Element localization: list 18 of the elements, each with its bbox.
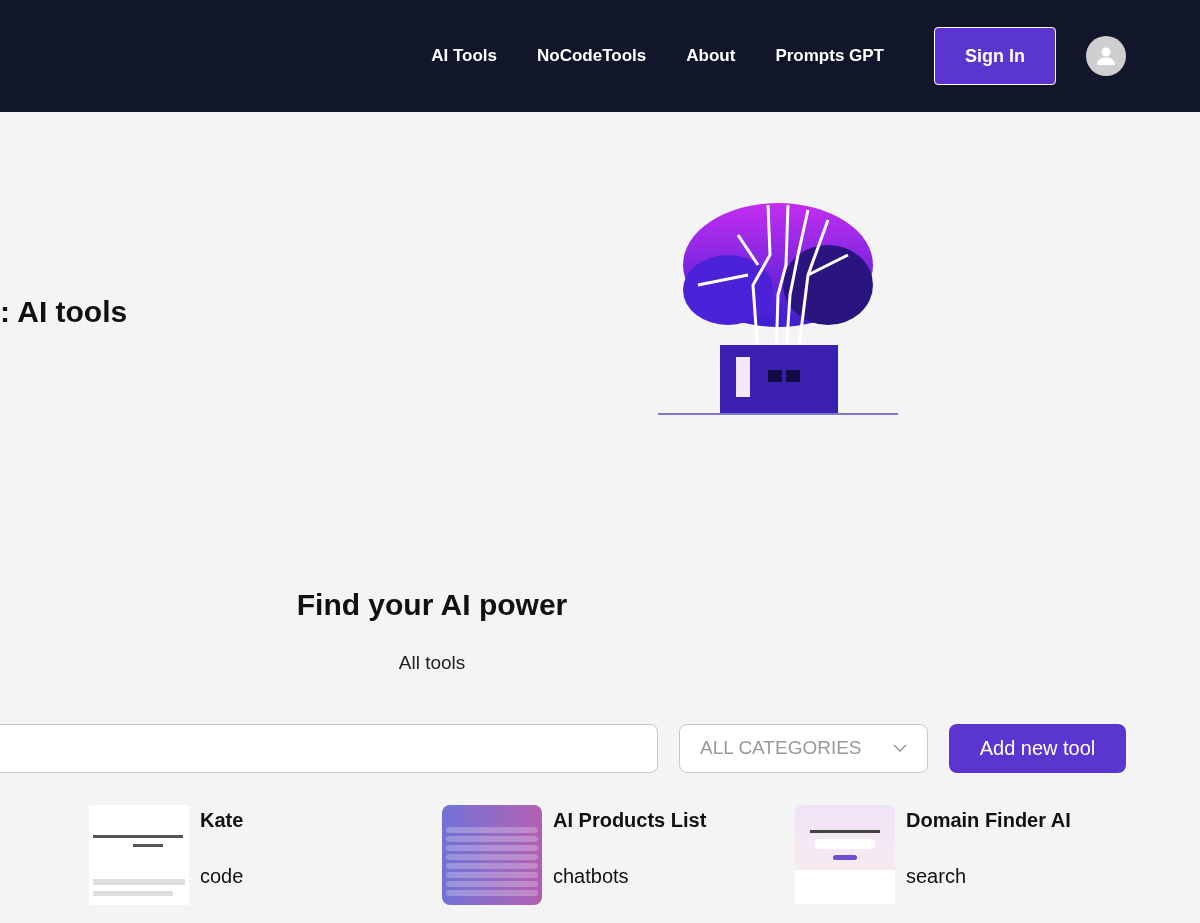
nav-link[interactable]: Prompts GPT [775, 43, 884, 69]
tool-category: chatbots [553, 863, 630, 889]
nav-link[interactable]: NoCodeTools [537, 43, 647, 69]
tool-name[interactable]: AI Products List [553, 804, 763, 835]
search-field[interactable] [0, 723, 658, 773]
tool-category: search [906, 863, 968, 889]
nav-link[interactable]: AI Tools [431, 43, 498, 69]
add-tool-button[interactable]: Add new tool [949, 723, 1126, 773]
hero-heading: : AI tools [0, 294, 129, 330]
tool-category: code [200, 863, 245, 889]
chevron-down-icon [893, 744, 907, 752]
tool-name[interactable]: Kate [200, 804, 410, 835]
tool-name[interactable]: Domain Finder AI [906, 804, 1116, 835]
sign-in-button[interactable]: Sign In [934, 27, 1056, 85]
nav-link[interactable]: About [686, 43, 736, 69]
section-subtitle: All tools [397, 651, 467, 675]
user-avatar-icon[interactable] [1086, 36, 1126, 76]
section-heading: Find your AI power [295, 587, 569, 623]
